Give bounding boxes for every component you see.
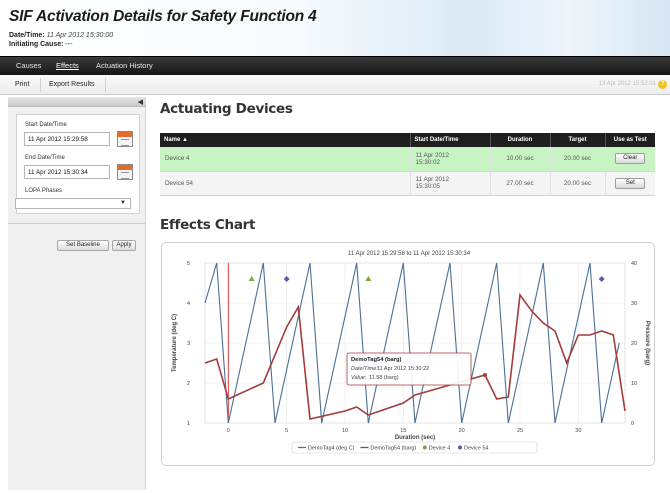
x-tick-label: 5: [285, 428, 288, 434]
filter-sidebar: ◀ Start Date/Time 11 Apr 2012 15:29:58 E…: [8, 97, 146, 490]
y2-tick-label: 30: [631, 301, 637, 307]
device-start: 11 Apr 2012 15:30:02: [409, 147, 490, 172]
cause-line: Initiating Cause: ---: [9, 41, 72, 48]
apply-button[interactable]: Apply: [112, 240, 136, 251]
tab-causes[interactable]: Causes: [16, 61, 41, 70]
column-header-use-as-test[interactable]: Use as Test: [604, 133, 655, 147]
datetime-value: 11 Apr 2012 15:30:00: [46, 32, 114, 39]
device-target: 20.00 sec: [549, 147, 605, 172]
table-header-row: Name ▲ Start Date/Time Duration Target U…: [160, 133, 655, 147]
sidebar-header: ◀: [8, 97, 146, 107]
device-duration: 27.00 sec: [489, 171, 550, 196]
y-tick-label: 5: [187, 261, 190, 267]
x-axis-label: Duration (sec): [395, 435, 435, 441]
main-content: Actuating Devices Name ▲ Start Date/Time…: [160, 97, 666, 490]
legend-label: Device 4: [429, 446, 450, 452]
tooltip-value: 11.58 (barg): [369, 375, 399, 381]
device-name: Device 4: [160, 147, 410, 172]
effects-chart: 11 Apr 2012 15:29:58 to 11 Apr 2012 15:3…: [161, 242, 655, 466]
tooltip-datetime-label: Date/Time:: [351, 366, 378, 372]
x-tick-label: 10: [342, 428, 348, 434]
lopa-phases-select[interactable]: ▼: [15, 198, 131, 209]
y-axis-label: Temperature (deg C): [172, 314, 178, 372]
tooltip-value-label: Value:: [351, 375, 367, 381]
x-tick-label: 20: [459, 428, 465, 434]
device-start-time: 15:30:02: [415, 158, 441, 166]
effects-chart-svg: 11 Apr 2012 15:29:58 to 11 Apr 2012 15:3…: [172, 251, 650, 454]
y-tick-label: 3: [187, 341, 190, 347]
actuating-devices-title: Actuating Devices: [160, 101, 293, 117]
x-tick-label: 25: [517, 428, 523, 434]
x-tick-label: 30: [575, 428, 581, 434]
set-baseline-button[interactable]: Set Baseline: [57, 240, 109, 251]
triangle-left-icon[interactable]: ◀: [138, 98, 143, 106]
datetime-label: Date/Time:: [9, 32, 45, 39]
column-header-start[interactable]: Start Date/Time: [409, 133, 490, 147]
table-row[interactable]: Device 4 11 Apr 2012 15:30:02 10.00 sec 2…: [160, 147, 655, 172]
y2-tick-label: 0: [631, 421, 634, 427]
device-start-time: 15:30:05: [415, 183, 441, 190]
main-nav: Causes Effects Actuation History: [0, 56, 670, 75]
chart-title: 11 Apr 2012 15:29:58 to 11 Apr 2012 15:3…: [348, 251, 471, 257]
last-updated-timestamp: 13 Apr 2012 15:52:01: [598, 81, 656, 87]
effects-chart-title: Effects Chart: [160, 217, 256, 233]
y2-axis-label: Pressure (barg): [644, 321, 650, 365]
calendar-icon[interactable]: [117, 131, 133, 147]
device-start-date: 11 Apr 2012: [415, 151, 450, 159]
cause-label: Initiating Cause:: [9, 41, 64, 48]
datetime-line: Date/Time: 11 Apr 2012 15:30:00: [9, 32, 113, 39]
device-duration: 10.00 sec: [489, 147, 550, 172]
device-action-cell: Clear: [604, 147, 655, 172]
chevron-down-icon: ▼: [120, 200, 126, 206]
toolbar-divider: [105, 78, 106, 92]
page-header: SIF Activation Details for Safety Functi…: [0, 0, 670, 56]
legend-label: DemoTag4 (deg C): [308, 446, 355, 452]
legend-label: Device 54: [464, 446, 488, 452]
end-datetime-label: End Date/Time: [25, 155, 65, 161]
set-test-button[interactable]: Set: [615, 177, 646, 189]
y2-tick-label: 40: [631, 261, 637, 267]
help-icon[interactable]: ?: [658, 80, 667, 89]
tooltip-point: [483, 373, 487, 377]
table-row[interactable]: Device 54 11 Apr 2012 15:30:05 27.00 sec …: [160, 171, 655, 196]
column-header-name[interactable]: Name ▲: [160, 133, 410, 147]
start-datetime-input[interactable]: 11 Apr 2012 15:29:58: [24, 132, 110, 146]
y-tick-label: 4: [187, 301, 190, 307]
tooltip-series: DemoTag54 (barg): [351, 357, 402, 363]
lopa-phases-label: LOPA Phases: [25, 188, 62, 194]
tab-effects[interactable]: Effects: [56, 61, 79, 70]
device-name: Device 54: [160, 171, 410, 196]
page-title: SIF Activation Details for Safety Functi…: [9, 8, 317, 25]
actuating-devices-table: Name ▲ Start Date/Time Duration Target U…: [160, 133, 655, 196]
export-results-button[interactable]: Export Results: [49, 81, 95, 88]
legend-label: DemoTag54 (barg): [370, 446, 416, 452]
device-action-cell: Set: [604, 171, 655, 196]
sidebar-divider: [8, 223, 145, 224]
calendar-icon[interactable]: [117, 164, 133, 180]
device-start-date: 11 Apr 2012: [415, 176, 450, 183]
y2-tick-label: 10: [631, 381, 637, 387]
x-tick-label: 15: [400, 428, 406, 434]
tooltip-datetime-value: 11 Apr 2012 15:30:22: [377, 366, 429, 372]
end-datetime-input[interactable]: 11 Apr 2012 15:30:34: [24, 165, 110, 179]
toolbar-divider: [40, 78, 41, 92]
y2-tick-label: 20: [631, 341, 637, 347]
cause-value: ---: [65, 41, 73, 48]
device-start: 11 Apr 2012 15:30:05: [409, 171, 490, 196]
column-header-target[interactable]: Target: [549, 133, 605, 147]
legend-marker: [422, 445, 427, 450]
clear-test-button[interactable]: Clear: [615, 153, 646, 165]
print-button[interactable]: Print: [15, 81, 29, 88]
x-tick-label: 0: [227, 428, 230, 434]
start-datetime-label: Start Date/Time: [25, 122, 67, 128]
y-tick-label: 2: [187, 381, 190, 387]
tab-actuation-history[interactable]: Actuation History: [96, 61, 153, 70]
device-target: 20.00 sec: [549, 171, 605, 196]
y-tick-label: 1: [187, 421, 190, 427]
column-header-duration[interactable]: Duration: [489, 133, 550, 147]
legend-marker: [458, 445, 462, 450]
toolbar: Print Export Results 13 Apr 2012 15:52:0…: [0, 75, 670, 95]
